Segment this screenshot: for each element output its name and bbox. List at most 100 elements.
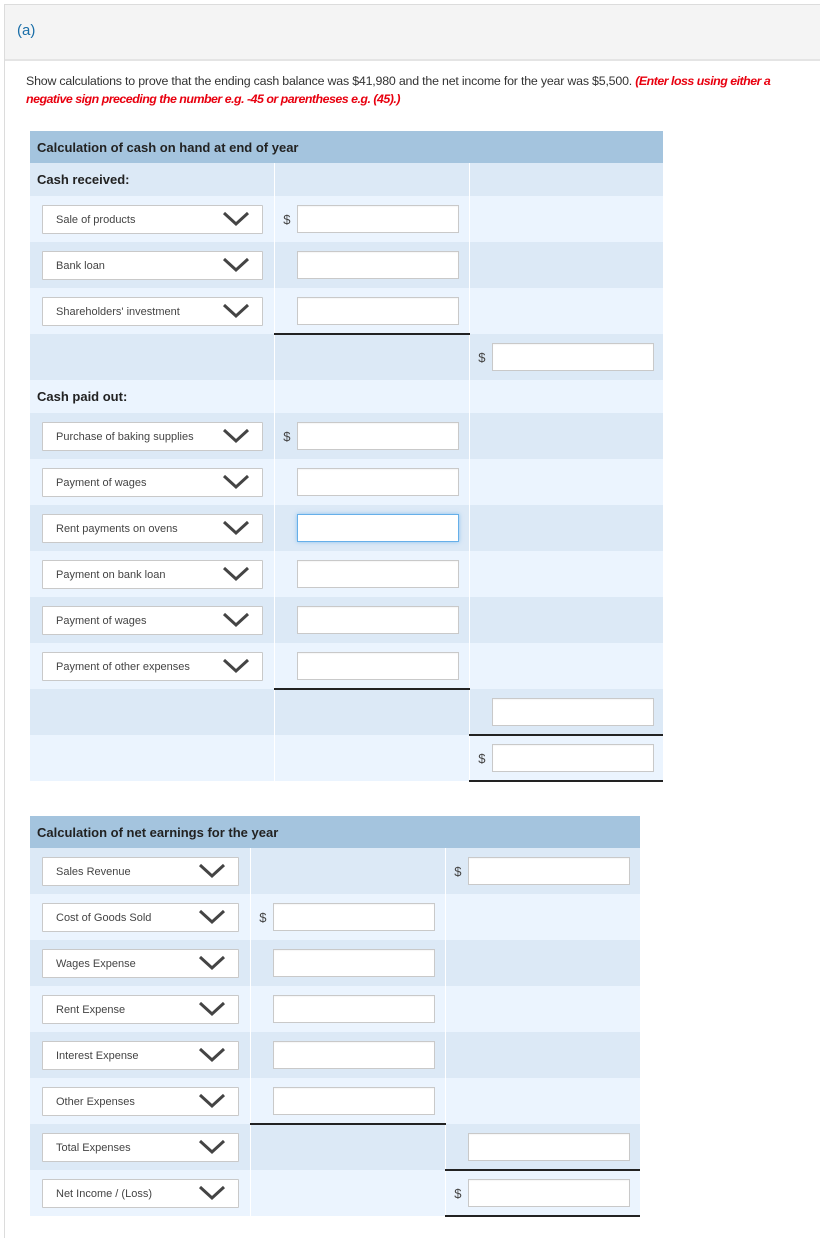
total-cash-received-input[interactable] bbox=[491, 343, 654, 371]
amount-input[interactable] bbox=[296, 296, 459, 325]
total-cash-paid-input[interactable] bbox=[491, 697, 654, 726]
account-select[interactable]: Sale of products bbox=[42, 204, 263, 234]
account-select[interactable]: Wages Expense bbox=[42, 948, 239, 978]
amount-input[interactable] bbox=[296, 560, 459, 588]
dollar-sign: $ bbox=[454, 863, 462, 879]
account-select[interactable]: Payment of wages bbox=[42, 605, 263, 635]
table-row: Purchase of baking supplies $ bbox=[30, 413, 663, 459]
ending-cash-input[interactable] bbox=[491, 744, 654, 772]
table-row: Total Expenses bbox=[30, 1124, 641, 1171]
dollar-sign: $ bbox=[283, 428, 291, 444]
table-row: Interest Expense bbox=[30, 1032, 641, 1078]
table-header-row: Calculation of cash on hand at end of ye… bbox=[30, 131, 663, 163]
subtotal-row: $ bbox=[30, 334, 663, 380]
amount-input[interactable] bbox=[272, 903, 435, 931]
table-row: Sale of products $ bbox=[30, 196, 663, 242]
chevron-down-icon bbox=[222, 658, 250, 674]
select-value: Sales Revenue bbox=[56, 865, 131, 878]
amount-input[interactable] bbox=[467, 857, 630, 885]
table-row: Sales Revenue $ bbox=[30, 848, 641, 894]
section-row: Cash received: bbox=[30, 163, 663, 196]
account-select[interactable]: Rent payments on ovens bbox=[42, 513, 263, 543]
chevron-down-icon bbox=[198, 955, 226, 971]
select-value: Other Expenses bbox=[56, 1095, 135, 1108]
cash-table-title: Calculation of cash on hand at end of ye… bbox=[30, 131, 663, 163]
chevron-down-icon bbox=[198, 1185, 226, 1201]
table-row: Bank loan bbox=[30, 242, 663, 288]
select-value: Payment of other expenses bbox=[56, 660, 190, 673]
select-value: Rent payments on ovens bbox=[56, 522, 178, 535]
account-select[interactable]: Net Income / (Loss) bbox=[42, 1178, 239, 1208]
dollar-sign: $ bbox=[478, 750, 486, 766]
chevron-down-icon bbox=[198, 1093, 226, 1109]
chevron-down-icon bbox=[222, 566, 250, 582]
cash-calculation-table: Calculation of cash on hand at end of ye… bbox=[30, 131, 663, 782]
table-header-row: Calculation of net earnings for the year bbox=[30, 816, 641, 848]
account-select[interactable]: Payment on bank loan bbox=[42, 559, 263, 589]
account-select[interactable]: Bank loan bbox=[42, 250, 263, 280]
table-row: Rent payments on ovens bbox=[30, 505, 663, 551]
table-row: Net Income / (Loss) $ bbox=[30, 1170, 641, 1217]
select-value: Purchase of baking supplies bbox=[56, 430, 194, 443]
select-value: Cost of Goods Sold bbox=[56, 911, 152, 924]
select-value: Interest Expense bbox=[56, 1049, 139, 1062]
select-value: Payment of wages bbox=[56, 476, 147, 489]
table-row: Other Expenses bbox=[30, 1078, 641, 1125]
chevron-down-icon bbox=[198, 1047, 226, 1063]
account-select[interactable]: Rent Expense bbox=[42, 994, 239, 1024]
select-value: Payment of wages bbox=[56, 614, 147, 627]
account-select[interactable]: Cost of Goods Sold bbox=[42, 902, 239, 932]
select-value: Shareholders' investment bbox=[56, 305, 180, 318]
account-select[interactable]: Shareholders' investment bbox=[42, 296, 263, 326]
dollar-sign: $ bbox=[454, 1185, 462, 1201]
dollar-sign: $ bbox=[259, 909, 267, 925]
account-select[interactable]: Payment of other expenses bbox=[42, 651, 263, 681]
earnings-table-title: Calculation of net earnings for the year bbox=[30, 816, 641, 848]
chevron-down-icon bbox=[198, 863, 226, 879]
amount-input[interactable] bbox=[272, 1041, 435, 1069]
select-value: Wages Expense bbox=[56, 957, 136, 970]
amount-input[interactable] bbox=[296, 422, 459, 450]
table-row: Payment on bank loan bbox=[30, 551, 663, 597]
account-select[interactable]: Interest Expense bbox=[42, 1040, 239, 1070]
net-earnings-table: Calculation of net earnings for the year… bbox=[30, 816, 641, 1217]
account-select[interactable]: Sales Revenue bbox=[42, 856, 239, 886]
select-value: Bank loan bbox=[56, 259, 105, 272]
chevron-down-icon bbox=[198, 1139, 226, 1155]
account-select[interactable]: Payment of wages bbox=[42, 467, 263, 497]
net-income-input[interactable] bbox=[467, 1179, 630, 1207]
amount-input[interactable] bbox=[296, 205, 459, 233]
chevron-down-icon bbox=[198, 1001, 226, 1017]
amount-input[interactable] bbox=[272, 995, 435, 1023]
instructions: Show calculations to prove that the endi… bbox=[26, 72, 806, 108]
amount-input[interactable] bbox=[296, 606, 459, 634]
cash-paid-heading: Cash paid out: bbox=[30, 380, 275, 413]
amount-input[interactable] bbox=[296, 468, 459, 496]
account-select[interactable]: Total Expenses bbox=[42, 1132, 239, 1162]
dollar-sign: $ bbox=[478, 349, 486, 365]
chevron-down-icon bbox=[222, 612, 250, 628]
total-row: $ bbox=[30, 735, 663, 782]
account-select[interactable]: Other Expenses bbox=[42, 1086, 239, 1116]
select-value: Net Income / (Loss) bbox=[56, 1187, 152, 1200]
chevron-down-icon bbox=[198, 909, 226, 925]
chevron-down-icon bbox=[222, 211, 250, 227]
chevron-down-icon bbox=[222, 474, 250, 490]
account-select[interactable]: Purchase of baking supplies bbox=[42, 421, 263, 451]
amount-input[interactable] bbox=[296, 251, 459, 279]
amount-input-focused[interactable] bbox=[296, 514, 459, 542]
table-row: Wages Expense bbox=[30, 940, 641, 986]
amount-input[interactable] bbox=[272, 949, 435, 977]
amount-input[interactable] bbox=[272, 1086, 435, 1115]
select-value: Sale of products bbox=[56, 213, 136, 226]
instructions-text: Show calculations to prove that the endi… bbox=[26, 74, 633, 88]
chevron-down-icon bbox=[222, 428, 250, 444]
total-expenses-input[interactable] bbox=[467, 1132, 630, 1161]
dollar-sign: $ bbox=[283, 211, 291, 227]
section-row: Cash paid out: bbox=[30, 380, 663, 413]
chevron-down-icon bbox=[222, 303, 250, 319]
amount-input[interactable] bbox=[296, 651, 459, 680]
table-row: Shareholders' investment bbox=[30, 288, 663, 335]
part-label: (a) bbox=[17, 22, 36, 39]
chevron-down-icon bbox=[222, 257, 250, 273]
